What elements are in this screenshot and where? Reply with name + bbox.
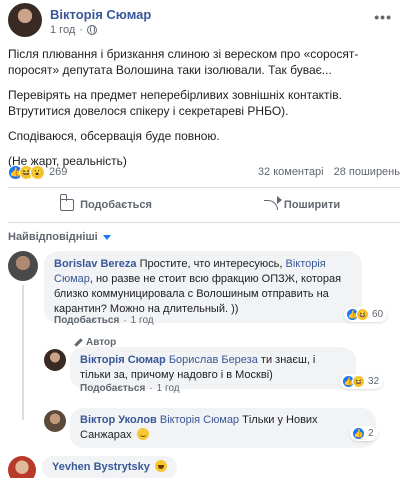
avatar[interactable] <box>44 349 66 371</box>
comments-count[interactable]: 32 коментарі <box>258 166 324 178</box>
comment: Yevhen Bystrytsky <box>8 456 400 478</box>
wow-reaction-icon[interactable]: 😮 <box>30 164 45 180</box>
comment-sort-dropdown[interactable]: Найвідповідніші <box>8 231 111 243</box>
comment-reaction-count: 60 <box>372 309 384 320</box>
comment-reactions[interactable]: 👍 😆 60 <box>344 307 388 322</box>
sort-label: Найвідповідніші <box>8 231 98 243</box>
thread-line <box>22 285 24 420</box>
comment-mention[interactable]: Борислав Береза <box>169 354 258 366</box>
share-arrow-icon <box>263 196 282 210</box>
comment-meta: Подобається · 1 год <box>54 315 154 326</box>
thumbs-up-icon <box>60 194 75 211</box>
smile-emoji-icon <box>136 428 149 440</box>
post-time[interactable]: 1 год <box>50 24 75 36</box>
comment-bubble: Borislav Bereza Простите, что интересуюс… <box>44 251 362 323</box>
comment-author[interactable]: Віктор Уколов <box>80 414 157 426</box>
comment-text: Простите, что интересуюсь, <box>139 258 283 270</box>
comment-time[interactable]: 1 год <box>157 383 180 394</box>
globe-icon <box>86 25 97 35</box>
comment-mention[interactable]: Вікторія Сюмар <box>160 414 239 426</box>
comment-meta: Подобається · 1 год <box>80 383 180 394</box>
like-reaction-icon: 👍 <box>352 427 365 440</box>
comment-like-link[interactable]: Подобається <box>54 315 119 326</box>
like-button[interactable]: Подобається <box>8 191 204 219</box>
post-paragraph: Перевірять на предмет неперебірливих зов… <box>8 88 342 118</box>
comment-author[interactable]: Вікторія Сюмар <box>80 354 166 366</box>
comment: Borislav Bereza Простите, что интересуюс… <box>8 251 400 331</box>
comment-bubble: Yevhen Bystrytsky <box>42 456 177 478</box>
divider <box>8 222 400 223</box>
avatar[interactable] <box>44 410 66 432</box>
like-button-label: Подобається <box>80 199 152 211</box>
comment-time[interactable]: 1 год <box>131 315 154 326</box>
laugh-emoji-icon <box>154 460 167 472</box>
share-button-label: Поширити <box>283 199 341 211</box>
comment-reaction-count: 32 <box>368 376 380 387</box>
post-stats: 32 коментарі 28 поширень <box>258 166 400 178</box>
post-body: Після плювання і бризкання слиною зі вер… <box>8 46 400 178</box>
more-options-icon[interactable]: ••• <box>374 9 392 25</box>
divider <box>8 187 400 188</box>
comment-like-link[interactable]: Подобається <box>80 383 145 394</box>
post-header: Вікторія Сюмар 1 год · ••• <box>8 3 398 39</box>
chevron-down-icon <box>102 234 111 240</box>
pen-icon <box>74 338 83 347</box>
comment-author[interactable]: Yevhen Bystrytsky <box>52 461 150 473</box>
post-meta: 1 год · <box>50 24 97 36</box>
haha-reaction-icon: 😆 <box>356 308 369 321</box>
avatar[interactable] <box>8 456 36 478</box>
post-paragraph: Сподіваюся, обсервація буде повною. <box>8 129 220 143</box>
comment-text: , но разве не стоит всю фракцию ОПЗЖ, ко… <box>54 273 342 315</box>
comment-author[interactable]: Borislav Bereza <box>54 258 137 270</box>
comment-reactions[interactable]: 👍 2 <box>350 426 378 441</box>
comment-reaction-count: 2 <box>368 428 374 439</box>
author-avatar[interactable] <box>8 3 42 37</box>
post-actions: Подобається Поширити <box>8 191 400 219</box>
reaction-count[interactable]: 269 <box>49 166 67 178</box>
avatar[interactable] <box>8 251 38 281</box>
comment-bubble: Віктор Уколов Вікторія Сюмар Тільки у Но… <box>70 408 376 448</box>
post-paragraph: Після плювання і бризкання слиною зі вер… <box>8 47 359 77</box>
shares-count[interactable]: 28 поширень <box>334 166 400 178</box>
post-author-name[interactable]: Вікторія Сюмар <box>50 7 151 22</box>
reply-comment: Віктор Уколов Вікторія Сюмар Тільки у Но… <box>44 408 400 448</box>
reactions-bar: 👍 😆 😮 269 32 коментарі 28 поширень <box>8 163 400 181</box>
haha-reaction-icon: 😆 <box>352 375 365 388</box>
comment-reactions[interactable]: 👍 😆 32 <box>340 374 384 389</box>
share-button[interactable]: Поширити <box>204 191 400 219</box>
reply-comment: Автор Вікторія Сюмар Борислав Береза ти … <box>44 337 400 394</box>
